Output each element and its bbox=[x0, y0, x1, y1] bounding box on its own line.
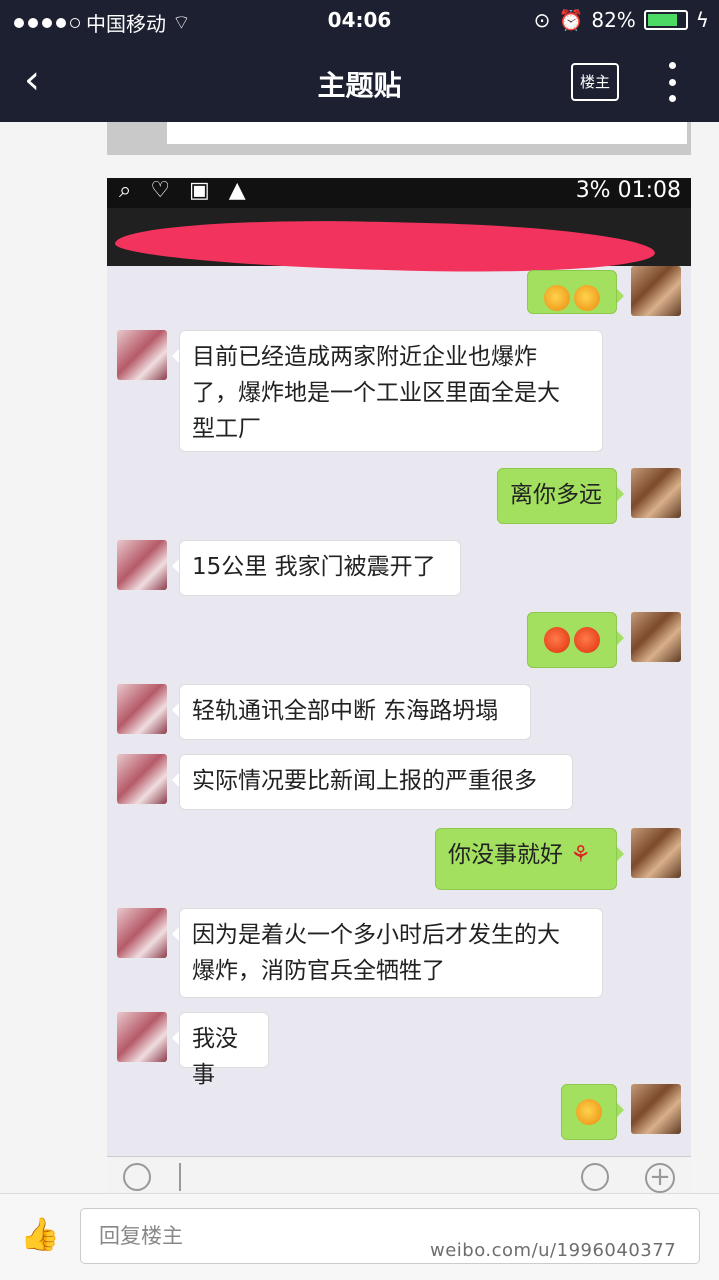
status-right: ⊙ ⏰ 82% ϟ bbox=[534, 8, 709, 32]
message-text: 你没事就好 bbox=[448, 842, 563, 868]
message-text: 目前已经造成两家附近企业也爆炸 了，爆炸地是一个工业区里面全是大 型工厂 bbox=[192, 344, 560, 442]
owner-only-button[interactable]: 楼主 bbox=[571, 63, 619, 101]
laugh-emoji-icon bbox=[574, 284, 600, 311]
outgoing-message bbox=[561, 1084, 624, 1140]
watermark: weibo.com/u/1996040377 bbox=[430, 1240, 677, 1261]
app-root: 中国移动 ⌔ 04:06 ⊙ ⏰ 82% ϟ ‹ 主题贴 楼主 ⌕ ♡ ▣ ▲ … bbox=[0, 0, 719, 1280]
inner-status-bar: ⌕ ♡ ▣ ▲ 3% 01:08 bbox=[107, 178, 691, 208]
rose-emoji-icon: ⚘ bbox=[563, 842, 591, 868]
inner-time: 01:08 bbox=[617, 178, 681, 203]
charging-icon: ϟ bbox=[695, 8, 709, 32]
outgoing-message bbox=[527, 612, 624, 668]
sender-avatar[interactable] bbox=[117, 754, 167, 804]
sender-avatar[interactable] bbox=[117, 330, 167, 380]
sender-avatar[interactable] bbox=[117, 540, 167, 590]
message-text: 我没事 bbox=[192, 1026, 238, 1088]
outgoing-message: 离你多远 bbox=[497, 468, 624, 524]
outgoing-message: 你没事就好 ⚘ bbox=[435, 828, 624, 890]
message-text: 因为是着火一个多小时后才发生的大 爆炸，消防官兵全牺牲了 bbox=[192, 922, 560, 984]
incoming-message: 因为是着火一个多小时后才发生的大 爆炸，消防官兵全牺牲了 bbox=[172, 908, 603, 998]
my-avatar[interactable] bbox=[631, 828, 681, 878]
battery-percent: 82% bbox=[591, 8, 636, 32]
previous-image-fragment bbox=[107, 122, 691, 155]
inner-chat-header bbox=[107, 208, 691, 278]
plus-icon: + bbox=[645, 1163, 675, 1193]
my-avatar[interactable] bbox=[631, 1084, 681, 1134]
incoming-message: 实际情况要比新闻上报的严重很多 bbox=[172, 754, 573, 810]
incoming-message: 我没事 bbox=[172, 1012, 269, 1088]
my-avatar[interactable] bbox=[631, 468, 681, 518]
laugh-emoji-icon bbox=[576, 1098, 602, 1125]
my-avatar[interactable] bbox=[631, 266, 681, 316]
laugh-emoji-icon bbox=[544, 284, 570, 311]
message-text: 离你多远 bbox=[510, 482, 602, 508]
angry-emoji-icon bbox=[544, 626, 570, 653]
input-caret bbox=[179, 1163, 181, 1191]
sender-avatar[interactable] bbox=[117, 1012, 167, 1062]
sender-avatar[interactable] bbox=[117, 908, 167, 958]
inner-status-icons: ⌕ ♡ ▣ ▲ bbox=[119, 178, 252, 203]
angry-emoji-icon bbox=[574, 626, 600, 653]
redaction-scribble bbox=[114, 214, 656, 278]
reply-bar: 👍 回复楼主 bbox=[0, 1193, 719, 1280]
message-text: 15公里 我家门被震开了 bbox=[192, 554, 436, 580]
outgoing-message bbox=[527, 270, 624, 314]
incoming-message: 轻轨通讯全部中断 东海路坍塌 bbox=[172, 684, 531, 740]
more-menu-button[interactable] bbox=[660, 62, 684, 102]
inner-signal: 3% bbox=[575, 178, 611, 203]
battery-fill bbox=[647, 14, 678, 26]
message-text: 轻轨通讯全部中断 东海路坍塌 bbox=[192, 698, 499, 724]
inner-input-bar: + bbox=[107, 1156, 691, 1193]
voice-icon bbox=[123, 1163, 151, 1191]
sender-avatar[interactable] bbox=[117, 684, 167, 734]
status-bar: 中国移动 ⌔ 04:06 ⊙ ⏰ 82% ϟ bbox=[0, 0, 719, 42]
like-icon[interactable]: 👍 bbox=[20, 1214, 60, 1254]
battery-icon bbox=[643, 10, 688, 30]
my-avatar[interactable] bbox=[631, 612, 681, 662]
emoji-icon bbox=[581, 1163, 609, 1191]
chat-screenshot-image[interactable]: ⌕ ♡ ▣ ▲ 3% 01:08 目前已经造成两家附近企业也爆炸 了，爆炸地是一… bbox=[107, 178, 691, 1193]
alarm-icon: ⏰ bbox=[558, 8, 584, 32]
incoming-message: 15公里 我家门被震开了 bbox=[172, 540, 461, 596]
navbar: ‹ 主题贴 楼主 bbox=[0, 42, 719, 122]
incoming-message: 目前已经造成两家附近企业也爆炸 了，爆炸地是一个工业区里面全是大 型工厂 bbox=[172, 330, 603, 452]
rotation-lock-icon: ⊙ bbox=[533, 8, 551, 32]
inner-status-right: 3% 01:08 bbox=[576, 178, 681, 203]
message-text: 实际情况要比新闻上报的严重很多 bbox=[192, 768, 537, 794]
